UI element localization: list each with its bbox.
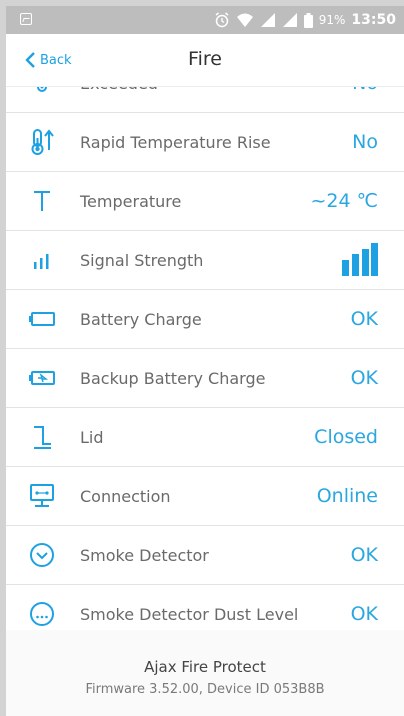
row-label: Lid bbox=[80, 428, 104, 447]
alarm-icon bbox=[215, 12, 229, 28]
device-name: Ajax Fire Protect bbox=[144, 658, 266, 676]
battery-icon bbox=[28, 305, 56, 333]
row-value: Closed bbox=[314, 426, 378, 448]
signal-icon bbox=[260, 13, 275, 27]
status-clock: 13:50 bbox=[351, 12, 396, 28]
list-item-smoke-detector: Smoke Detector OK bbox=[6, 526, 404, 585]
device-status-list: Exceeded No Rapid Temperature Rise No bbox=[6, 54, 404, 644]
signal-bars-icon bbox=[28, 246, 56, 274]
row-label: Signal Strength bbox=[80, 251, 204, 270]
wifi-icon bbox=[236, 13, 253, 27]
list-item-signal-strength: Signal Strength bbox=[6, 231, 404, 290]
row-label: Smoke Detector Dust Level bbox=[80, 605, 299, 624]
temperature-t-icon bbox=[28, 187, 56, 215]
row-label: Connection bbox=[80, 487, 171, 506]
row-value: OK bbox=[350, 603, 378, 625]
row-value: ~24 ℃ bbox=[310, 190, 378, 212]
list-item-temperature: Temperature ~24 ℃ bbox=[6, 172, 404, 231]
row-label: Smoke Detector bbox=[80, 546, 209, 565]
row-value: Online bbox=[316, 485, 378, 507]
row-value: OK bbox=[350, 308, 378, 330]
battery-percentage: 91% bbox=[318, 13, 346, 27]
signal-icon-secondary bbox=[282, 13, 297, 27]
row-label: Rapid Temperature Rise bbox=[80, 133, 271, 152]
list-item-lid: Lid Closed bbox=[6, 408, 404, 467]
row-label: Backup Battery Charge bbox=[80, 369, 266, 388]
smoke-detector-icon bbox=[28, 541, 56, 569]
device-info-footer: Ajax Fire Protect Firmware 3.52.00, Devi… bbox=[6, 630, 404, 716]
dust-level-icon bbox=[28, 600, 56, 628]
row-label: Temperature bbox=[80, 192, 182, 211]
lid-icon bbox=[28, 423, 56, 451]
app-screen: 91% 13:50 Exceeded No bbox=[6, 6, 404, 716]
status-bar: 91% 13:50 bbox=[6, 6, 404, 34]
thermometer-rise-icon bbox=[28, 128, 56, 156]
row-value: OK bbox=[350, 544, 378, 566]
status-icons: 91% 13:50 bbox=[214, 11, 396, 29]
page-title: Fire bbox=[188, 48, 222, 70]
row-value: OK bbox=[350, 367, 378, 389]
battery-status-icon bbox=[303, 12, 313, 28]
connection-icon bbox=[28, 482, 56, 510]
list-item-battery-charge: Battery Charge OK bbox=[6, 290, 404, 349]
signal-strength-indicator bbox=[342, 243, 378, 282]
list-item-connection: Connection Online bbox=[6, 467, 404, 526]
backup-battery-icon bbox=[28, 364, 56, 392]
list-item-backup-battery-charge: Backup Battery Charge OK bbox=[6, 349, 404, 408]
signal-strength-bars-icon bbox=[342, 243, 378, 276]
navigation-bar: Back Fire bbox=[6, 34, 404, 87]
row-value: No bbox=[352, 131, 378, 153]
list-item-rapid-temperature-rise: Rapid Temperature Rise No bbox=[6, 113, 404, 172]
firmware-info: Firmware 3.52.00, Device ID 053B8B bbox=[85, 682, 325, 697]
row-label: Battery Charge bbox=[80, 310, 202, 329]
image-notification-icon bbox=[20, 13, 32, 25]
